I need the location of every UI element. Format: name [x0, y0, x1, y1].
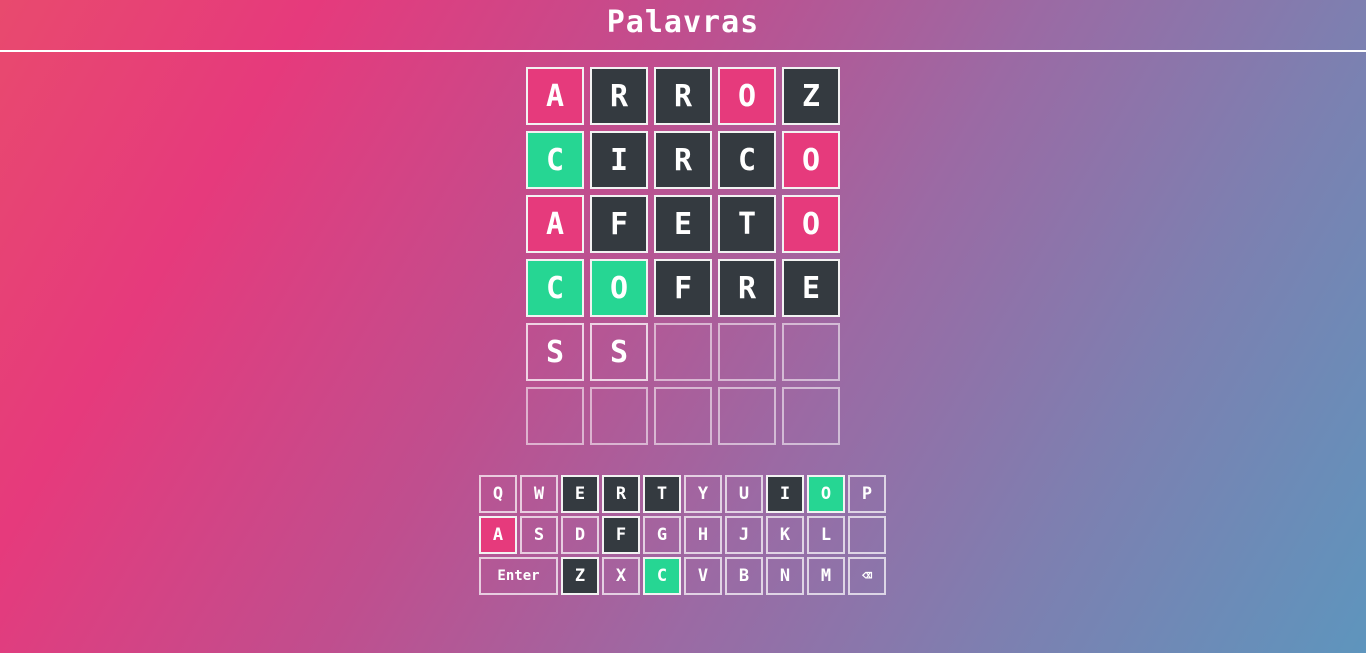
board-tile: C: [526, 131, 584, 189]
key-n[interactable]: N: [766, 557, 804, 595]
key-g[interactable]: G: [643, 516, 681, 554]
board-tile: A: [526, 195, 584, 253]
board-tile: [590, 387, 648, 445]
board-tile: [718, 387, 776, 445]
keyboard-row: QWERTYUIOP: [479, 475, 888, 513]
board-tile: F: [654, 259, 712, 317]
backspace-icon: ⌫: [861, 566, 873, 586]
keyboard-row: Enter Z X C V B N M ⌫: [479, 557, 888, 595]
board-tile: [718, 323, 776, 381]
key-u[interactable]: U: [725, 475, 763, 513]
board-tile: C: [718, 131, 776, 189]
key-j[interactable]: J: [725, 516, 763, 554]
key-z[interactable]: Z: [561, 557, 599, 595]
key-c[interactable]: C: [643, 557, 681, 595]
enter-key[interactable]: Enter: [479, 557, 558, 595]
board-tile: Z: [782, 67, 840, 125]
key-l[interactable]: L: [807, 516, 845, 554]
key-blank: [848, 516, 886, 554]
key-v[interactable]: V: [684, 557, 722, 595]
board-tile: O: [782, 131, 840, 189]
board-tile: A: [526, 67, 584, 125]
key-x[interactable]: X: [602, 557, 640, 595]
board-tile: R: [654, 131, 712, 189]
backspace-key[interactable]: ⌫: [848, 557, 886, 595]
board-tile: [654, 323, 712, 381]
key-f[interactable]: F: [602, 516, 640, 554]
board-tile: R: [718, 259, 776, 317]
key-s[interactable]: S: [520, 516, 558, 554]
key-e[interactable]: E: [561, 475, 599, 513]
header: Palavras: [0, 0, 1366, 52]
board-tile: O: [718, 67, 776, 125]
board-tile: I: [590, 131, 648, 189]
key-r[interactable]: R: [602, 475, 640, 513]
key-m[interactable]: M: [807, 557, 845, 595]
key-d[interactable]: D: [561, 516, 599, 554]
board-tile: R: [590, 67, 648, 125]
board-tile: O: [590, 259, 648, 317]
key-t[interactable]: T: [643, 475, 681, 513]
board-tile: E: [782, 259, 840, 317]
board-tile: [782, 387, 840, 445]
board-tile: [654, 387, 712, 445]
key-a[interactable]: A: [479, 516, 517, 554]
key-b[interactable]: B: [725, 557, 763, 595]
board-tile: R: [654, 67, 712, 125]
page-title: Palavras: [606, 4, 760, 40]
key-o[interactable]: O: [807, 475, 845, 513]
key-y[interactable]: Y: [684, 475, 722, 513]
board-tile: [782, 323, 840, 381]
board-tile: F: [590, 195, 648, 253]
key-w[interactable]: W: [520, 475, 558, 513]
game-board: ARROZCIRCOAFETOCOFRESS: [526, 67, 840, 445]
key-h[interactable]: H: [684, 516, 722, 554]
key-i[interactable]: I: [766, 475, 804, 513]
board-tile: T: [718, 195, 776, 253]
board-tile: O: [782, 195, 840, 253]
board-tile: E: [654, 195, 712, 253]
board-tile: C: [526, 259, 584, 317]
key-k[interactable]: K: [766, 516, 804, 554]
board-tile: S: [590, 323, 648, 381]
key-p[interactable]: P: [848, 475, 886, 513]
keyboard-row: ASDFGHJKL: [479, 516, 888, 554]
key-q[interactable]: Q: [479, 475, 517, 513]
on-screen-keyboard: Q W E R T Y U I O P A S D F G H J K L Enter Z X C V B N M ⌫: [479, 475, 888, 598]
board-tile: S: [526, 323, 584, 381]
board-tile: [526, 387, 584, 445]
